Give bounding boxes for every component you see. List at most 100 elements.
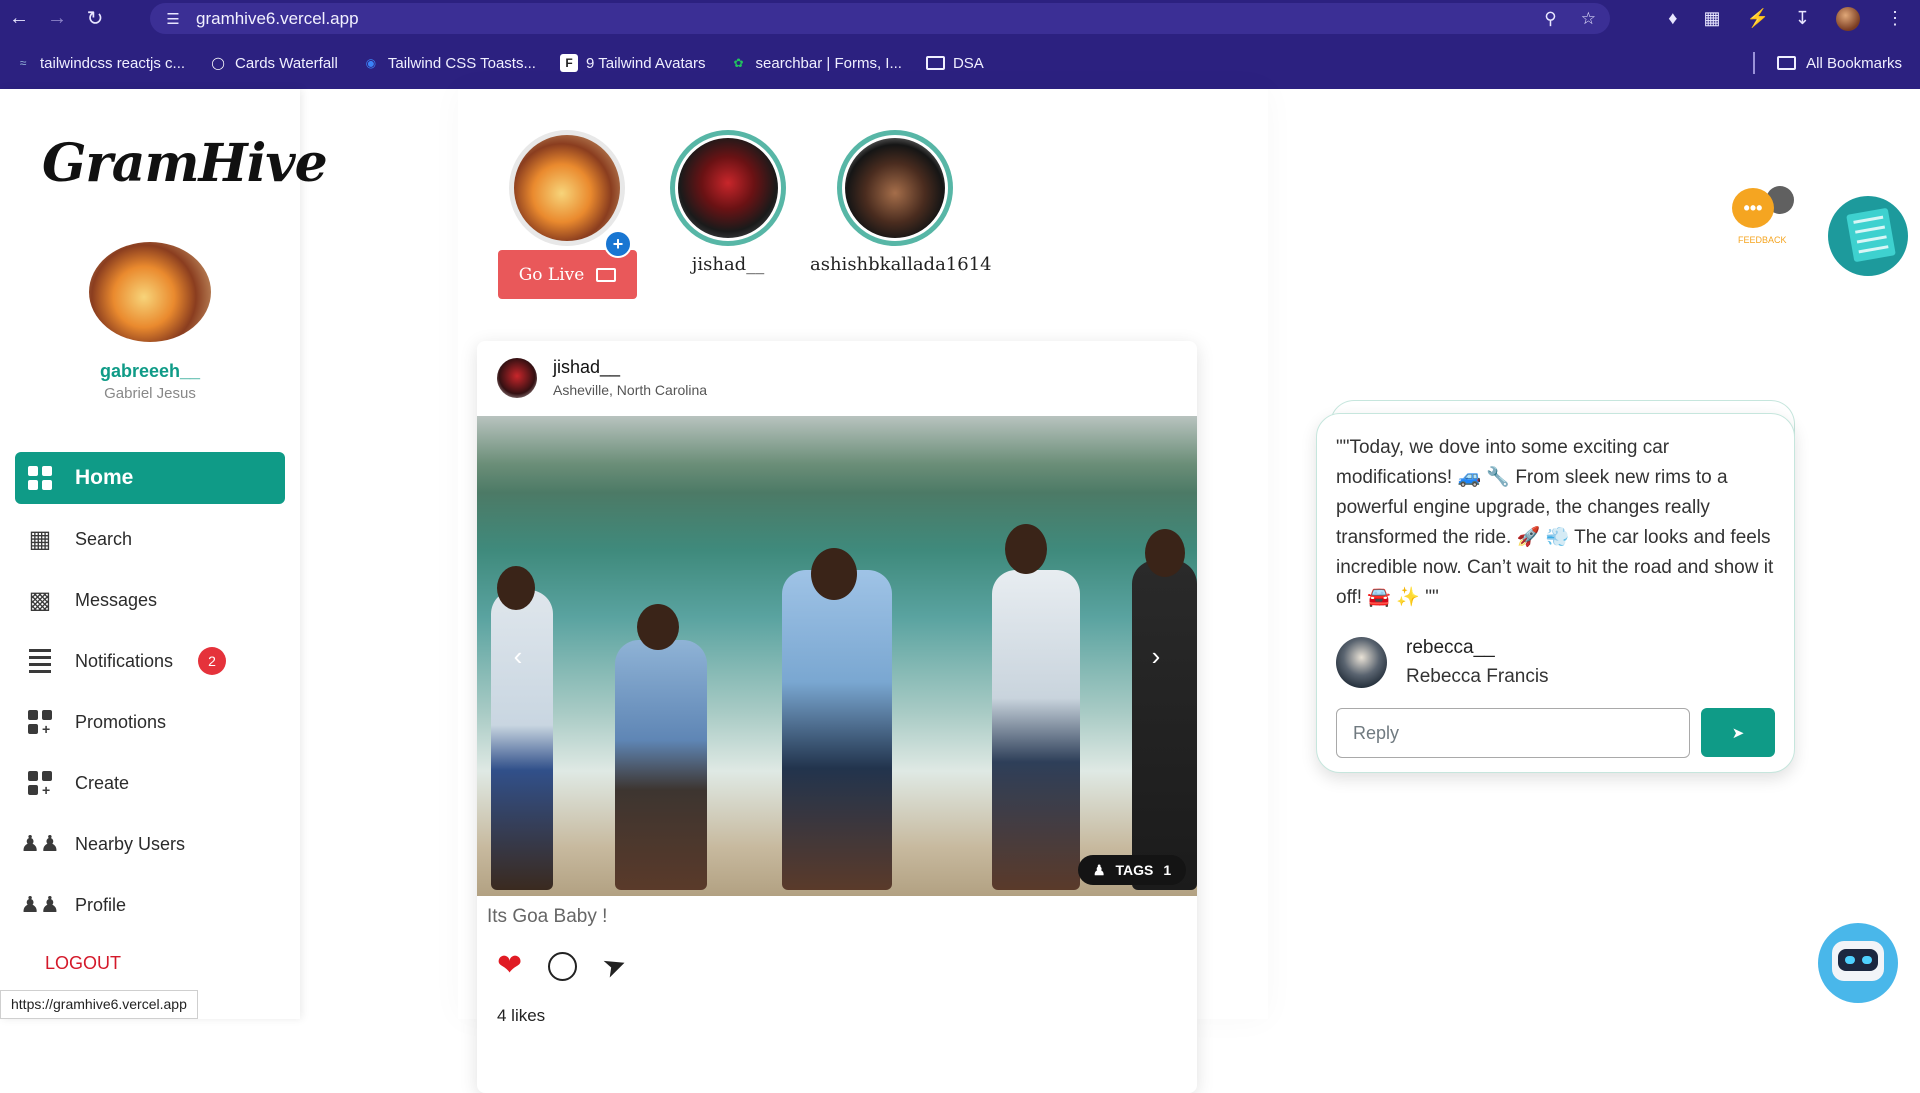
likes-count: 4 likes [497, 1006, 546, 1025]
tailwind-icon: ≈ [19, 56, 27, 70]
app-logo[interactable]: GramHive [42, 133, 328, 194]
person-figure [615, 640, 707, 890]
note-card: ""Today, we dove into some exciting car … [1316, 413, 1795, 773]
share-icon[interactable]: ➤ [598, 947, 631, 984]
bookmark-label: Cards Waterfall [235, 54, 338, 72]
bookmark-label: tailwindcss reactjs c... [40, 54, 186, 72]
user-avatar[interactable] [89, 242, 211, 342]
chat-icon: ▩ [28, 586, 52, 614]
bookmark-folder[interactable]: DSA [925, 54, 984, 72]
performance-icon[interactable]: ⚡ [1746, 8, 1768, 29]
story-ring [837, 130, 953, 246]
next-arrow-icon[interactable]: › [1139, 639, 1173, 673]
robot-eye [1862, 956, 1872, 964]
sidebar-item-promotions[interactable]: + Promotions [15, 696, 285, 748]
story-username: ashishbkallada1614 [810, 254, 992, 275]
reload-icon[interactable]: ↻ [76, 0, 114, 37]
all-bookmarks-label: All Bookmarks [1806, 54, 1902, 72]
sidebar-item-nearby-users[interactable]: ♟♟ Nearby Users [15, 818, 285, 870]
post-image[interactable]: ‹ › ♟ TAGS 1 [477, 416, 1197, 896]
tags-button[interactable]: ♟ TAGS 1 [1078, 855, 1186, 885]
bookmark-item[interactable]: ≈ tailwindcss reactjs c... [14, 54, 185, 72]
story-avatar [514, 135, 620, 241]
monitor-icon [596, 267, 617, 282]
send-icon: ➤ [1731, 724, 1745, 742]
sidebar-item-profile[interactable]: ♟♟ Profile [15, 879, 285, 931]
sidebar-item-search[interactable]: ▦ Search [15, 513, 285, 565]
bookmark-label: searchbar | Forms, I... [755, 54, 902, 72]
chat-dots-icon: ••• [1732, 188, 1774, 228]
menu-kebab-icon[interactable]: ⋮ [1886, 8, 1904, 29]
bookmark-label: DSA [952, 54, 984, 72]
sidebar-item-label: Nearby Users [75, 833, 186, 854]
post-card: jishad__ Asheville, North Carolina ‹ › ♟… [477, 341, 1197, 1093]
sidebar-item-label: Home [75, 466, 134, 489]
person-figure [491, 590, 553, 890]
person-head [811, 548, 857, 600]
users-icon: ♟♟ [20, 892, 60, 917]
bookmark-star-icon[interactable]: ☆ [1581, 9, 1596, 29]
address-url[interactable]: gramhive6.vercel.app [196, 9, 359, 29]
user-icon: ♟ [1092, 861, 1106, 878]
browser-tools: ♦ ▦ ⚡ ↧ ⋮ [1668, 0, 1920, 37]
sidebar-item-label: Create [75, 772, 130, 793]
sidebar-item-notifications[interactable]: Notifications 2 [15, 635, 285, 687]
back-icon[interactable]: ← [0, 0, 38, 37]
note-paper-icon [1846, 207, 1896, 263]
flowbite-icon: ◉ [365, 56, 377, 70]
note-text: ""Today, we dove into some exciting car … [1336, 437, 1774, 608]
folder-icon [925, 56, 945, 70]
sidebar-item-label: Search [75, 528, 133, 549]
folder-icon [1777, 56, 1797, 70]
grid-icon [27, 465, 53, 491]
tags-label: TAGS [1115, 862, 1154, 878]
story-own[interactable] [509, 130, 625, 246]
logout-button[interactable]: LOGOUT [45, 953, 121, 974]
add-story-button[interactable]: + [604, 230, 632, 258]
download-icon[interactable]: ↧ [1795, 8, 1810, 29]
post-username[interactable]: jishad__ [553, 357, 620, 378]
feedback-label: FEEDBACK [1738, 235, 1787, 245]
all-bookmarks[interactable]: All Bookmarks [1753, 37, 1902, 89]
story-item[interactable]: jishad__ [668, 130, 788, 275]
feedback-button[interactable]: ••• FEEDBACK [1730, 186, 1804, 248]
profile-avatar[interactable] [1836, 6, 1860, 31]
note-fullname: Rebecca Francis [1406, 666, 1549, 687]
site-settings-icon[interactable]: ☰ [156, 10, 190, 28]
send-button[interactable]: ➤ [1701, 708, 1775, 757]
puzzle-icon[interactable]: ▦ [1703, 8, 1720, 29]
reply-input[interactable] [1336, 708, 1690, 758]
sidebar-menu: Home ▦ Search ▩ Messages Notifications 2… [15, 452, 285, 940]
post-author-avatar[interactable] [497, 358, 537, 398]
sidebar-item-home[interactable]: Home [15, 452, 285, 504]
grid-plus-icon: + [27, 770, 53, 797]
sidebar-item-messages[interactable]: ▩ Messages [15, 574, 285, 626]
bookmark-item[interactable]: ◉ Tailwind CSS Toasts... [362, 54, 536, 72]
note-author-avatar[interactable] [1336, 637, 1387, 688]
globe-icon: ◯ [211, 56, 225, 70]
person-head [1145, 529, 1185, 577]
status-bar-url: https://gramhive6.vercel.app [0, 990, 198, 1019]
sidebar-item-create[interactable]: + Create [15, 757, 285, 809]
address-bar[interactable]: ☰ gramhive6.vercel.app ⚲ ☆ [150, 3, 1610, 34]
sidebar-username[interactable]: gabreeeh__ [0, 361, 300, 382]
note-username[interactable]: rebecca__ [1406, 637, 1495, 659]
post-location: Asheville, North Carolina [553, 382, 708, 398]
comment-icon[interactable] [548, 951, 578, 981]
story-item[interactable]: ashishbkallada1614 [810, 130, 992, 275]
leaf-icon: ✿ [733, 56, 744, 70]
person-head [497, 566, 535, 610]
forward-icon[interactable]: → [38, 0, 76, 37]
bookmark-item[interactable]: ✿ searchbar | Forms, I... [730, 54, 902, 72]
f-icon: F [559, 54, 578, 72]
bookmark-item[interactable]: F 9 Tailwind Avatars [559, 54, 706, 72]
bookmark-item[interactable]: ◯ Cards Waterfall [209, 54, 338, 72]
location-icon[interactable]: ⚲ [1544, 9, 1556, 29]
extension-icon[interactable]: ♦ [1668, 8, 1677, 29]
prev-arrow-icon[interactable]: ‹ [501, 639, 535, 673]
post-actions: ❤ ➤ [497, 947, 631, 984]
grid-plus-icon: + [27, 709, 53, 736]
story-username: jishad__ [691, 254, 765, 275]
heart-icon[interactable]: ❤ [497, 951, 522, 981]
divider [1753, 52, 1756, 74]
